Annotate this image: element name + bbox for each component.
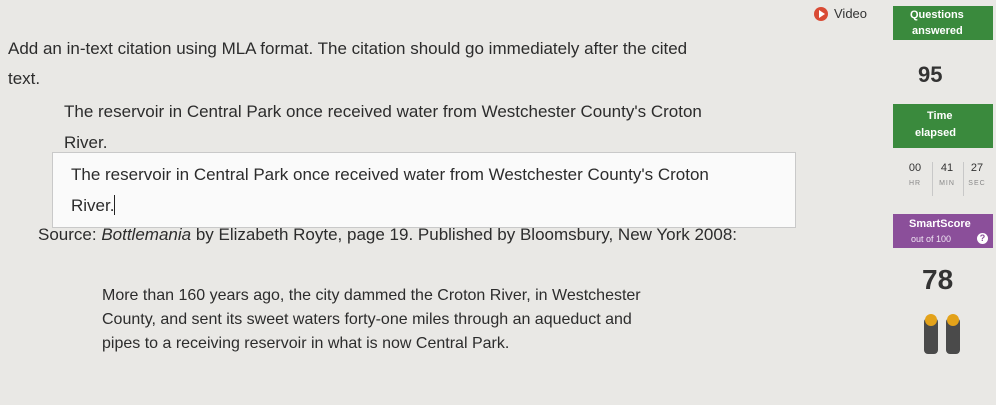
quoted-sentence: The reservoir in Central Park once recei… (64, 96, 804, 158)
timer-hours-label: HR (908, 180, 922, 187)
time-subtitle: elapsed (915, 127, 956, 139)
questions-subtitle: answered (912, 25, 963, 37)
timer-seconds-label: SEC (968, 180, 986, 187)
timer-minutes: 41 MIN (932, 162, 962, 187)
timer-seconds-value: 27 (970, 162, 984, 174)
play-icon (814, 6, 828, 21)
timer-hours-value: 00 (908, 162, 922, 174)
timer-minutes-value: 41 (940, 162, 954, 174)
instructions-line-1: Add an in-text citation using MLA format… (8, 39, 688, 58)
answer-line-1: The reservoir in Central Park once recei… (71, 165, 709, 184)
video-button[interactable]: Video (814, 6, 867, 21)
questions-count: 95 (918, 62, 943, 87)
smartscore-value: 78 (922, 264, 954, 295)
info-icon[interactable]: ? (977, 233, 988, 244)
video-label: Video (834, 6, 868, 21)
source-details: by Elizabeth Royte, page 19. Published b… (191, 225, 737, 244)
passage-line-2: County, and sent its sweet waters forty-… (102, 311, 632, 328)
question-area: Add an in-text citation using MLA format… (0, 0, 880, 405)
timer: 00 HR 41 MIN 27 SEC (894, 162, 994, 202)
source-passage: More than 160 years ago, the city dammed… (102, 284, 742, 356)
quoted-sentence-line-1: The reservoir in Central Park once recei… (64, 102, 702, 121)
answer-input[interactable]: The reservoir in Central Park once recei… (52, 152, 796, 228)
timer-minutes-label: MIN (939, 180, 955, 187)
instructions-line-2: text. (8, 69, 41, 88)
text-caret (114, 195, 116, 215)
smartscore-subtitle: out of 100 (911, 234, 952, 244)
questions-title: Questions (910, 9, 964, 21)
instructions: Add an in-text citation using MLA format… (8, 34, 798, 94)
answer-line-2: River. (71, 190, 779, 221)
timer-seconds: 27 SEC (962, 162, 992, 187)
passage-line-1: More than 160 years ago, the city dammed… (102, 287, 641, 304)
time-title: Time (927, 110, 953, 122)
source-citation: Source: Bottlemania by Elizabeth Royte, … (38, 224, 737, 246)
source-title: Bottlemania (101, 225, 192, 244)
answer-line-2-text: River. (71, 196, 115, 215)
smartscore-title: SmartScore (909, 218, 971, 230)
medal-icon (924, 314, 960, 354)
source-prefix: Source: (38, 225, 102, 244)
passage-line-3: pipes to a receiving reservoir in what i… (102, 335, 510, 352)
timer-hours: 00 HR (900, 162, 930, 187)
